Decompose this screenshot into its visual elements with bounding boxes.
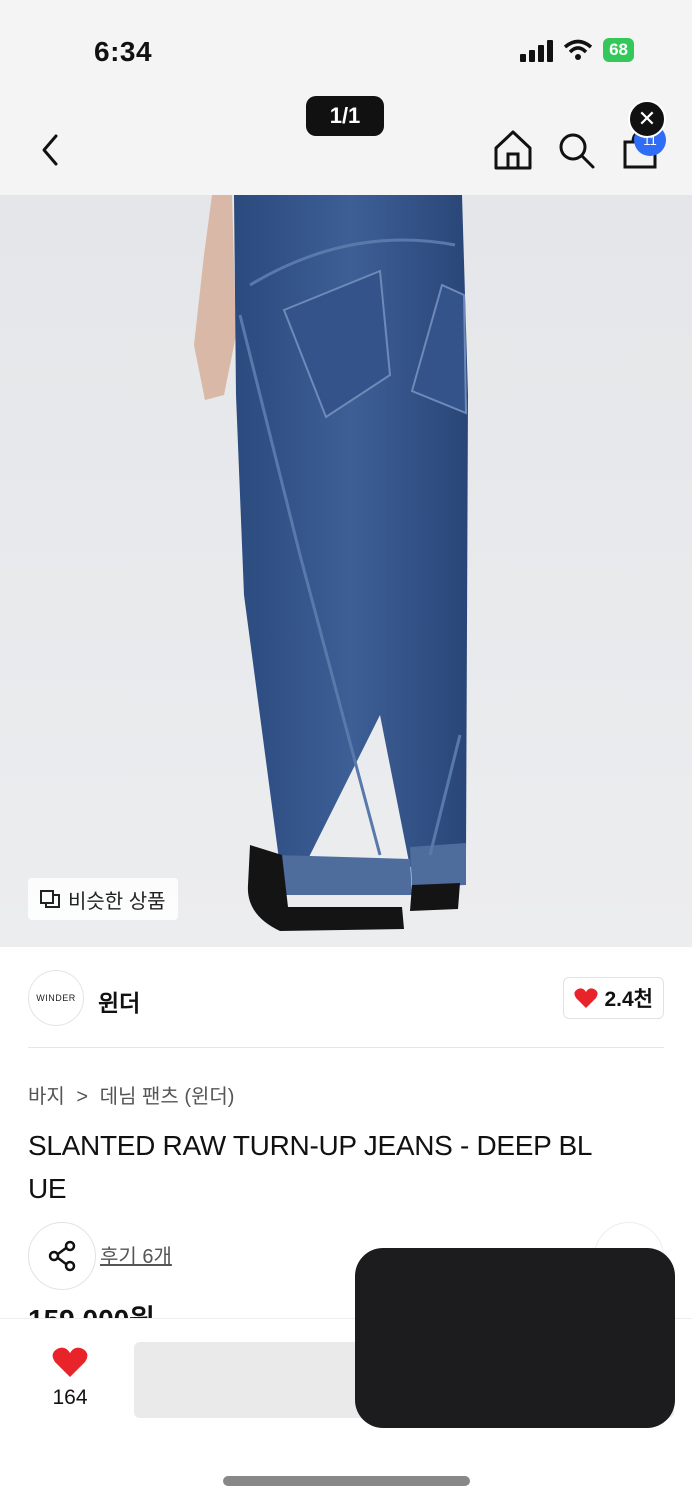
breadcrumb-item-denim[interactable]: 데님 팬츠 (윈더): [100, 1086, 235, 1108]
image-counter: 1/1: [306, 96, 384, 136]
similar-products-button[interactable]: 비슷한 상품: [28, 878, 178, 920]
brand-like-button[interactable]: 2.4천: [563, 977, 664, 1019]
wishlist-heart-icon[interactable]: [52, 1345, 88, 1379]
signal-icon: [520, 38, 554, 62]
back-button[interactable]: [36, 130, 66, 170]
brand-row: WINDER 윈더 2.4천: [28, 968, 664, 1028]
wishlist-count: 164: [52, 1386, 88, 1409]
breadcrumb-separator: >: [76, 1086, 89, 1108]
breadcrumb-item-pants[interactable]: 바지: [28, 1086, 65, 1108]
similar-products-label: 비슷한 상품: [68, 890, 166, 913]
product-title: SLANTED RAW TURN-UP JEANS - DEEP BL UE: [28, 1124, 668, 1210]
status-time: 6:34: [94, 36, 153, 67]
product-image[interactable]: [0, 195, 692, 947]
brand-like-count: 2.4천: [604, 988, 653, 1011]
wifi-icon: [563, 39, 593, 60]
product-title-line-2: UE: [28, 1173, 67, 1204]
copy-icon: [40, 890, 60, 908]
home-indicator: [223, 1476, 470, 1486]
search-button[interactable]: [556, 130, 596, 170]
redaction-overlay: [355, 1248, 675, 1428]
breadcrumb: 바지 > 데님 팬츠 (윈더): [28, 1080, 240, 1109]
status-icons: 68: [520, 38, 634, 62]
share-icon: [48, 1240, 76, 1272]
battery-indicator: 68: [603, 38, 634, 62]
close-icon[interactable]: ✕: [628, 100, 666, 138]
jeans-photo: [0, 195, 692, 947]
product-price: 159,000원: [28, 1298, 155, 1318]
brand-logo[interactable]: WINDER: [28, 970, 84, 1026]
share-button[interactable]: [28, 1222, 96, 1290]
home-button[interactable]: [492, 128, 534, 172]
divider: [28, 1047, 664, 1048]
product-title-line-1: SLANTED RAW TURN-UP JEANS - DEEP BL: [28, 1130, 593, 1161]
heart-icon: [574, 988, 599, 1008]
review-link[interactable]: 후기 6개: [100, 1240, 172, 1269]
status-bar: 6:34 68: [0, 0, 692, 95]
brand-name[interactable]: 윈더: [98, 984, 140, 1018]
